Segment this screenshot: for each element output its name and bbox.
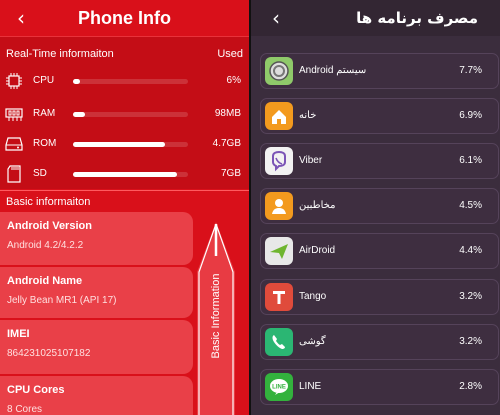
app-name: Android سیستم [299,65,367,76]
app-usage-panel: ‹ مصرف برنامه ها Android سیستم 7.7% خانه… [251,0,500,415]
info-key: CPU Cores [7,384,65,396]
phone-icon [265,328,293,356]
sd-value: 7GB [220,168,241,179]
app-row-tango[interactable]: Tango 3.2% [260,279,499,315]
cpu-label: CPU [33,75,55,86]
info-card-android-version[interactable]: Android Version Android 4.2/4.2.2 [0,212,193,265]
sd-bar [73,172,188,177]
ram-value: 98MB [214,108,241,119]
airdroid-icon [265,237,293,265]
phone-info-header: ‹ Phone Info [0,0,249,36]
rom-bar [73,142,188,147]
app-usage-percent: 3.2% [459,336,482,347]
ram-bar [73,112,188,117]
app-row-viber[interactable]: Viber 6.1% [260,143,499,179]
app-usage-percent: 6.1% [459,155,482,166]
hard-drive-icon [5,137,23,151]
app-row-airdroid[interactable]: AirDroid 4.4% [260,233,499,269]
app-name: خانه [299,110,317,121]
app-row-home[interactable]: خانه 6.9% [260,98,499,134]
app-usage-percent: 2.8% [459,381,482,392]
info-value: 864231025107182 [7,348,91,359]
rom-meter: ROM 4.7GB [0,135,249,155]
app-row-contacts[interactable]: مخاطبین 4.5% [260,188,499,224]
android-system-icon [265,57,293,85]
side-tab-text: Basic Information [210,273,222,359]
cpu-meter: CPU 6% [0,72,249,92]
page-title: Phone Info [78,7,171,28]
rom-value: 4.7GB [212,138,241,149]
app-usage-header: ‹ مصرف برنامه ها [251,0,500,36]
realtime-section: Real-Time informaiton Used CPU 6% RAM 98… [0,36,249,189]
info-card-imei[interactable]: IMEI 864231025107182 [0,320,193,374]
app-usage-percent: 4.5% [459,200,482,211]
cpu-value: 6% [226,75,241,86]
app-usage-percent: 7.7% [459,65,482,76]
rom-label: ROM [33,138,57,149]
app-name: AirDroid [299,245,336,256]
basic-info-heading: Basic informaiton [0,190,249,210]
used-label: Used [217,48,243,60]
app-row-android-system[interactable]: Android سیستم 7.7% [260,53,499,89]
info-card-cpu-cores[interactable]: CPU Cores 8 Cores [0,376,193,415]
back-arrow-icon[interactable]: ‹ [17,6,25,30]
app-name: Tango [299,291,327,302]
info-key: Android Name [7,275,83,287]
cpu-bar [73,79,188,84]
phone-info-panel: ‹ Phone Info Real-Time informaiton Used … [0,0,249,415]
app-usage-percent: 3.2% [459,291,482,302]
app-name: مخاطبین [299,200,336,211]
svg-text:LINE: LINE [272,385,286,391]
cpu-chip-icon [6,73,22,89]
app-usage-percent: 4.4% [459,245,482,256]
info-value: Android 4.2/4.2.2 [7,240,84,251]
viber-icon [265,147,293,175]
app-row-phone[interactable]: گوشی 3.2% [260,324,499,360]
app-name: LINE [299,381,322,392]
info-value: 8 Cores [7,404,43,415]
app-name: Viber [299,155,323,166]
ram-label: RAM [33,108,56,119]
info-card-android-name[interactable]: Android Name Jelly Bean MR1 (API 17) [0,267,193,318]
home-icon [265,102,293,130]
contacts-icon [265,192,293,220]
app-row-line[interactable]: LINE LINE 2.8% [260,369,499,405]
sd-meter: SD 7GB [0,165,249,185]
tango-icon [265,283,293,311]
info-key: Android Version [7,220,92,232]
sd-card-icon [7,165,21,183]
page-title: مصرف برنامه ها [356,9,478,27]
back-arrow-icon[interactable]: ‹ [272,6,280,30]
realtime-label: Real-Time informaiton [6,48,114,60]
ram-icon [5,108,23,121]
sd-label: SD [33,168,47,179]
app-name: گوشی [299,336,326,347]
info-value: Jelly Bean MR1 (API 17) [7,295,117,306]
app-usage-percent: 6.9% [459,110,482,121]
ram-meter: RAM 98MB [0,105,249,125]
info-key: IMEI [7,328,30,340]
line-icon: LINE [265,373,293,401]
